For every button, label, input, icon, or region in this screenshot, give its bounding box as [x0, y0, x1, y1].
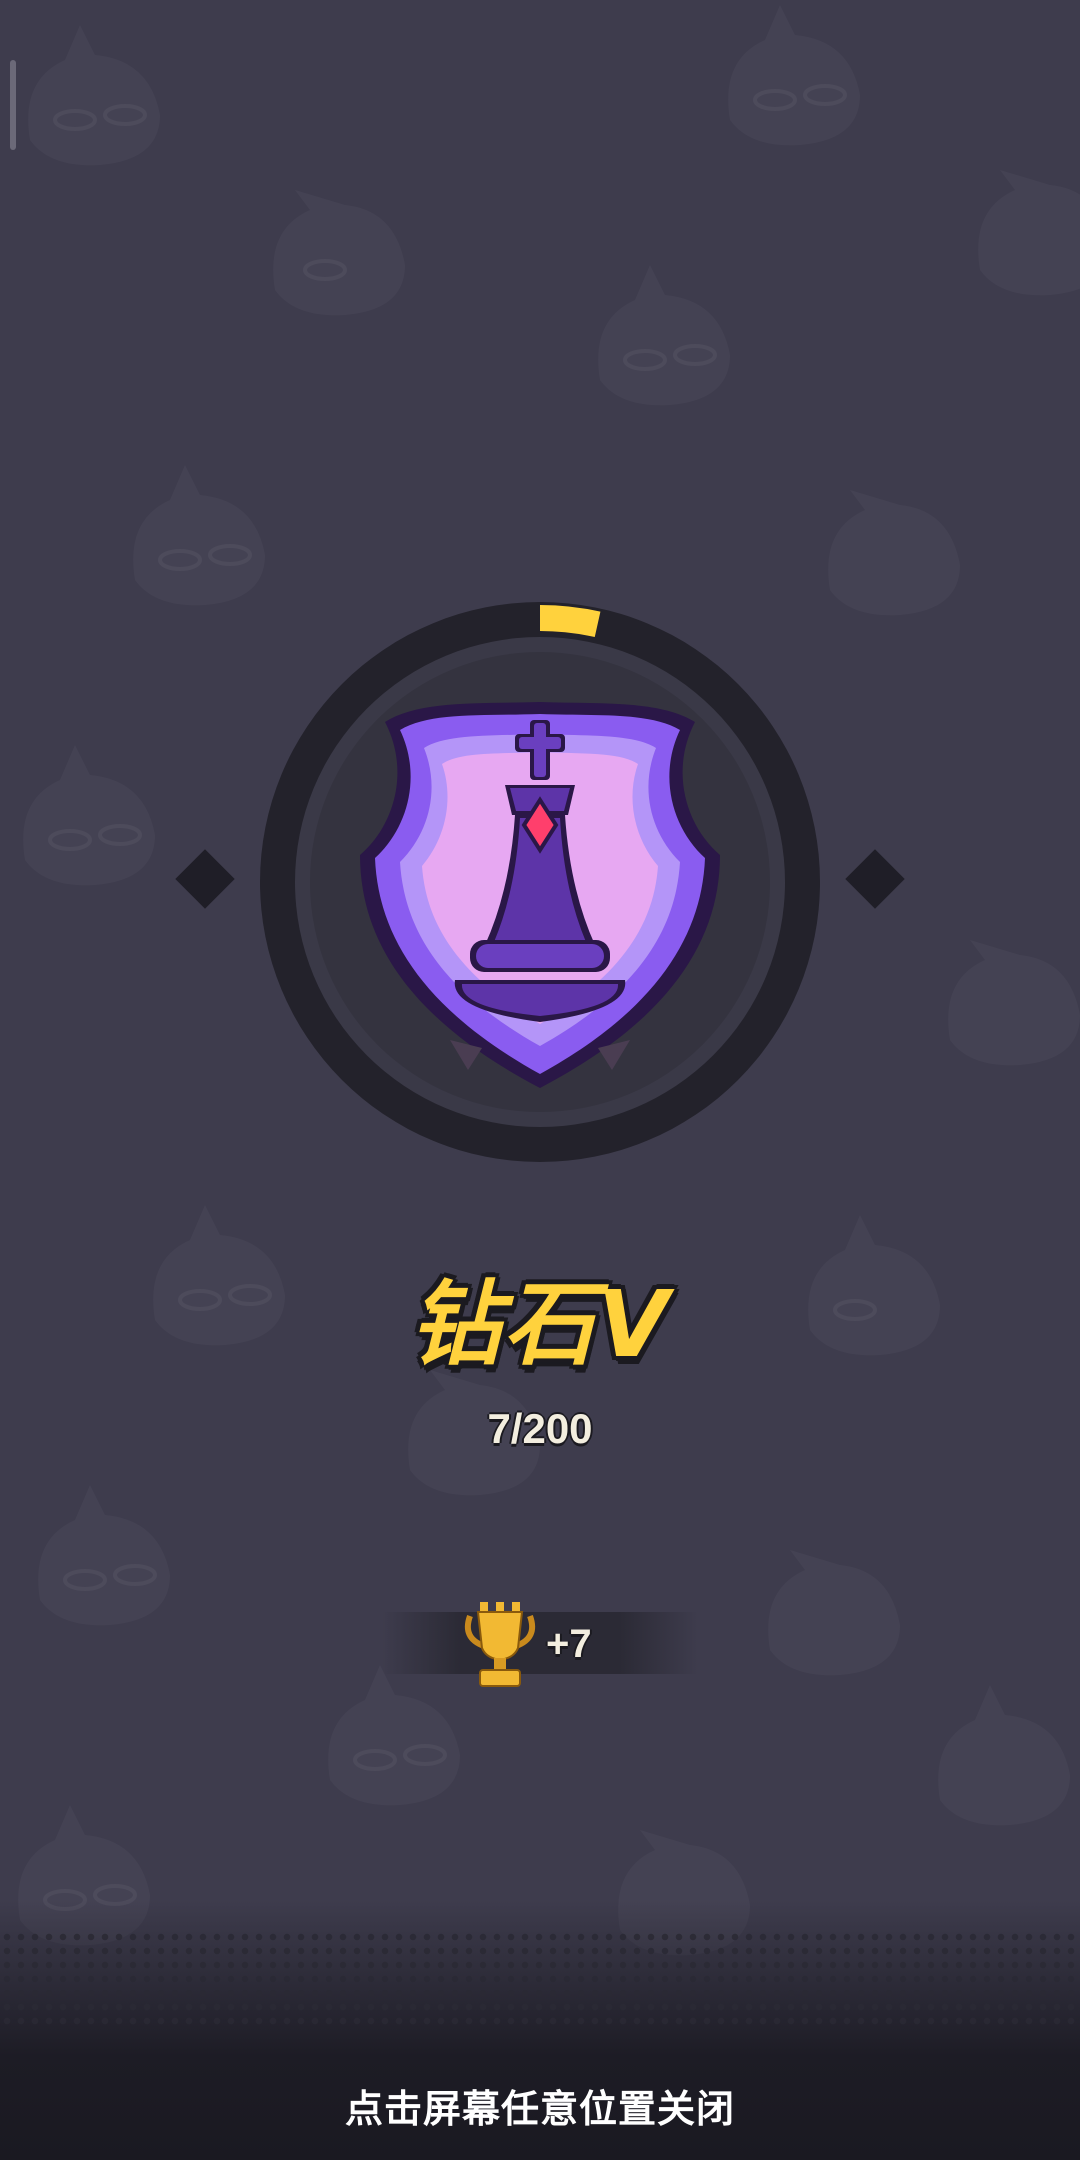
mascot-watermark-icon: [5, 740, 175, 890]
tap-to-close-hint[interactable]: 点击屏幕任意位置关闭: [0, 2078, 1080, 2133]
mascot-watermark-icon: [10, 20, 180, 170]
mascot-watermark-icon: [920, 1680, 1080, 1830]
rank-progress-arc: [539, 605, 601, 638]
reward-bar: [382, 1612, 698, 1674]
mascot-watermark-icon: [710, 0, 880, 150]
mascot-watermark-icon: [310, 1660, 480, 1810]
rook-trophy-icon: [462, 1598, 538, 1690]
mascot-watermark-icon: [580, 260, 750, 410]
mascot-watermark-icon: [930, 920, 1080, 1070]
mascot-watermark-icon: [960, 150, 1080, 300]
reward-value: +7: [546, 1622, 592, 1666]
mascot-watermark-icon: [255, 170, 425, 320]
halftone-dots: [0, 1930, 1080, 2030]
diamond-rank-emblem-icon: [350, 690, 730, 1100]
rank-progress-text: 7/200: [487, 1405, 593, 1452]
mascot-watermark-icon: [20, 1480, 190, 1630]
side-handle[interactable]: [10, 60, 16, 150]
rank-title: 钻石V: [409, 1271, 671, 1378]
mascot-watermark-icon: [750, 1530, 920, 1680]
